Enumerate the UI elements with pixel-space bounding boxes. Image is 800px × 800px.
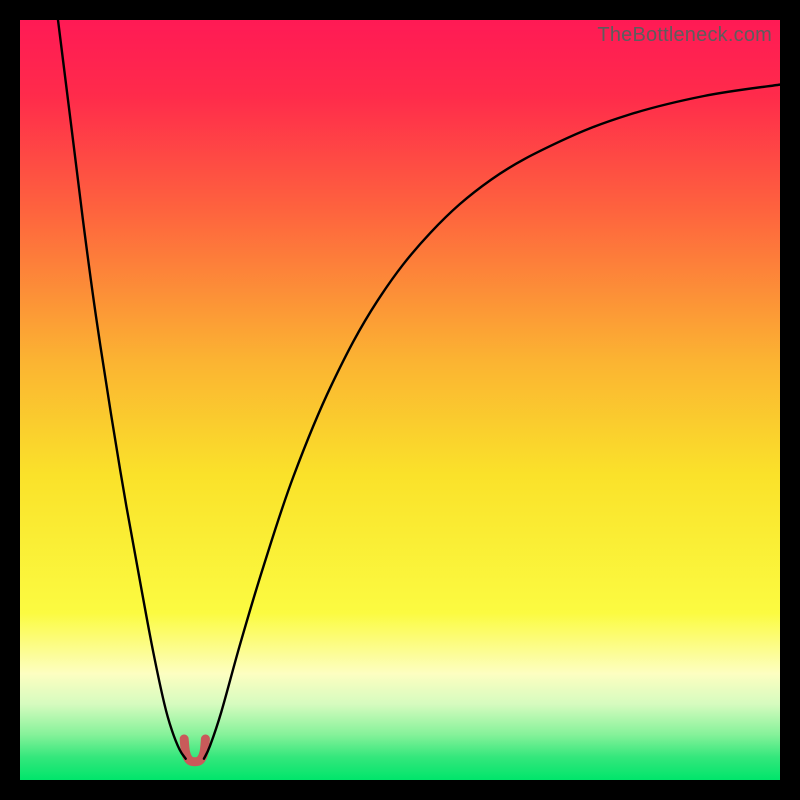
chart-svg: [20, 20, 780, 780]
watermark-text: TheBottleneck.com: [597, 24, 772, 47]
gradient-background: [20, 20, 780, 780]
chart-frame: TheBottleneck.com: [20, 20, 780, 780]
